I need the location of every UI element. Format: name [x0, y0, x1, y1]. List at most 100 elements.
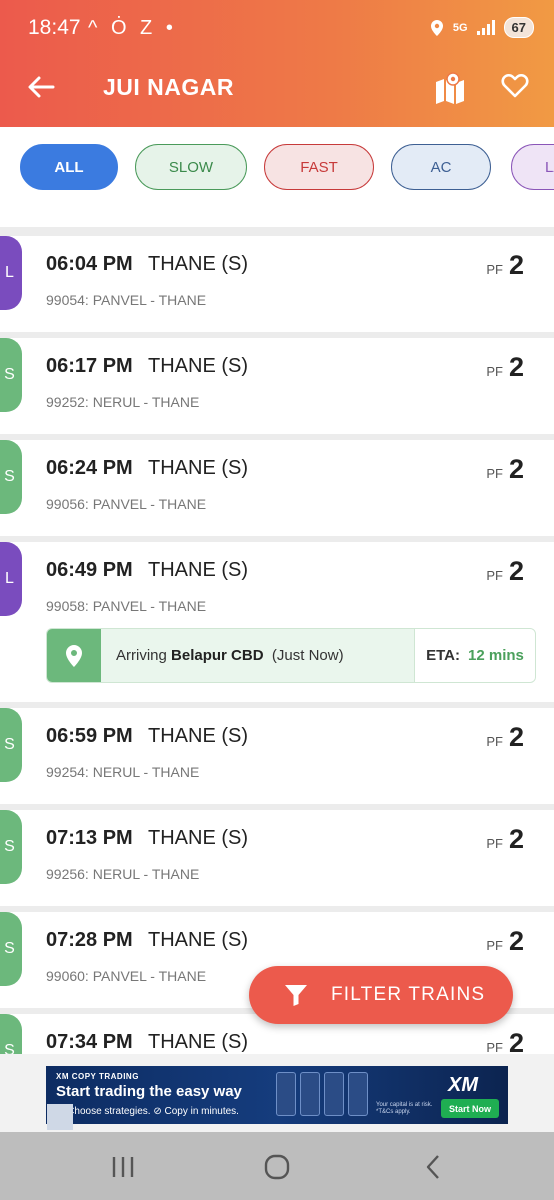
train-time: 07:34 PM	[46, 1031, 133, 1053]
system-nav-bar	[0, 1132, 554, 1200]
train-time: 07:28 PM	[46, 929, 133, 951]
recent-apps-button[interactable]	[106, 1150, 140, 1184]
page-title: JUI NAGAR	[103, 74, 235, 100]
train-destination: THANE (S)	[148, 253, 248, 275]
platform-number: 2	[508, 824, 524, 854]
ad-headline: Start trading the easy way	[56, 1083, 242, 1100]
platform-label: PF	[486, 836, 503, 851]
arrow-left-icon	[28, 76, 55, 98]
ad-info-icon[interactable]	[47, 1104, 73, 1130]
platform-label: PF	[486, 568, 503, 583]
map-button[interactable]	[432, 70, 468, 106]
location-pin-icon	[47, 629, 101, 682]
eta-value: 12 mins	[468, 647, 524, 664]
train-time: 06:04 PM	[46, 253, 133, 275]
train-type-tag: S	[0, 912, 22, 986]
train-destination: THANE (S)	[148, 1031, 248, 1053]
live-status-banner[interactable]: Arriving Belapur CBD (Just Now) ETA: 12 …	[46, 628, 536, 683]
location-icon	[430, 19, 443, 36]
filter-chip-slow[interactable]: SLOW	[135, 144, 247, 190]
live-status-text: Arriving Belapur CBD (Just Now)	[116, 647, 344, 664]
filter-chip-fast[interactable]: FAST	[264, 144, 374, 190]
platform: PF 2	[486, 556, 524, 587]
ad-logo: XM	[448, 1074, 478, 1096]
platform-label: PF	[486, 466, 503, 481]
platform: PF 2	[486, 250, 524, 281]
platform: PF 2	[486, 1028, 524, 1054]
platform-number: 2	[508, 352, 524, 382]
ad-banner-area: XM COPY TRADING Start trading the easy w…	[0, 1054, 554, 1132]
train-type-tag: S	[0, 708, 22, 782]
train-type-tag: S	[0, 810, 22, 884]
train-route: 99054: PANVEL - THANE	[46, 292, 207, 308]
train-destination: THANE (S)	[148, 929, 248, 951]
platform-number: 2	[508, 250, 524, 280]
ad-cta-button[interactable]: Start Now	[441, 1099, 499, 1118]
platform-label: PF	[486, 364, 503, 379]
status-right: 5G 67	[429, 17, 534, 38]
train-time: 06:24 PM	[46, 457, 133, 479]
filter-chip-ac[interactable]: AC	[391, 144, 491, 190]
app-bar: JUI NAGAR	[0, 58, 554, 118]
platform-label: PF	[486, 1040, 503, 1054]
status-bar: 18:47 ^ Ȯ Z • 5G 67	[0, 0, 554, 58]
train-type-tag: S	[0, 1014, 22, 1054]
battery-indicator: 67	[503, 17, 534, 38]
train-card[interactable]: S 06:17 PM THANE (S) 99252: NERUL - THAN…	[0, 338, 554, 434]
platform-label: PF	[486, 734, 503, 749]
back-chevron-icon	[426, 1155, 439, 1179]
ad-disclaimer: Your capital is at risk. *T&Cs apply.	[376, 1102, 433, 1115]
filter-chips: ALL SLOW FAST AC LA	[0, 127, 554, 227]
train-destination: THANE (S)	[148, 457, 248, 479]
live-station: Belapur CBD	[171, 647, 264, 664]
train-route: 99252: NERUL - THANE	[46, 394, 200, 410]
platform: PF 2	[486, 926, 524, 957]
platform-label: PF	[486, 938, 503, 953]
ad-subtext: ⊘ Choose strategies. ⊘ Copy in minutes.	[56, 1106, 239, 1117]
train-time: 06:49 PM	[46, 559, 133, 581]
platform-number: 2	[508, 454, 524, 484]
filter-trains-button[interactable]: FILTER TRAINS	[249, 966, 513, 1024]
train-route: 99056: PANVEL - THANE	[46, 496, 207, 512]
platform: PF 2	[486, 722, 524, 753]
train-type-tag: S	[0, 440, 22, 514]
home-button[interactable]	[260, 1150, 294, 1184]
train-time: 06:59 PM	[46, 725, 133, 747]
heart-outline-icon	[501, 74, 529, 98]
recent-apps-icon	[112, 1157, 134, 1177]
platform-number: 2	[508, 556, 524, 586]
train-time: 07:13 PM	[46, 827, 133, 849]
platform-number: 2	[508, 1028, 524, 1054]
home-circle-icon	[264, 1154, 290, 1180]
back-button[interactable]	[24, 70, 58, 104]
ad-kicker: XM COPY TRADING	[56, 1072, 139, 1081]
platform-number: 2	[508, 926, 524, 956]
eta-label: ETA:	[426, 647, 460, 664]
train-type-tag: L	[0, 542, 22, 616]
train-type-tag: L	[0, 236, 22, 310]
train-route: 99060: PANVEL - THANE	[46, 968, 207, 984]
train-card[interactable]: S 07:13 PM THANE (S) 99256: NERUL - THAN…	[0, 810, 554, 906]
status-time: 18:47	[28, 16, 81, 39]
filter-chip-ladies[interactable]: LA	[511, 144, 554, 190]
train-card[interactable]: S 06:59 PM THANE (S) 99254: NERUL - THAN…	[0, 708, 554, 804]
nav-back-button[interactable]	[416, 1150, 450, 1184]
train-destination: THANE (S)	[148, 355, 248, 377]
train-time: 06:17 PM	[46, 355, 133, 377]
train-destination: THANE (S)	[148, 725, 248, 747]
filter-chip-all[interactable]: ALL	[20, 144, 118, 190]
train-route: 99256: NERUL - THANE	[46, 866, 200, 882]
filter-funnel-icon	[285, 985, 307, 1006]
train-card[interactable]: L 06:49 PM THANE (S) 99058: PANVEL - THA…	[0, 542, 554, 702]
ad-banner[interactable]: XM COPY TRADING Start trading the easy w…	[46, 1066, 508, 1124]
train-card[interactable]: S 06:24 PM THANE (S) 99056: PANVEL - THA…	[0, 440, 554, 536]
platform-number: 2	[508, 722, 524, 752]
platform: PF 2	[486, 352, 524, 383]
signal-icon	[476, 19, 495, 35]
train-card[interactable]: L 06:04 PM THANE (S) 99054: PANVEL - THA…	[0, 236, 554, 332]
platform: PF 2	[486, 454, 524, 485]
ad-phones-image	[276, 1072, 416, 1124]
favorite-button[interactable]	[500, 70, 536, 106]
train-destination: THANE (S)	[148, 827, 248, 849]
network-type: 5G	[452, 21, 468, 34]
